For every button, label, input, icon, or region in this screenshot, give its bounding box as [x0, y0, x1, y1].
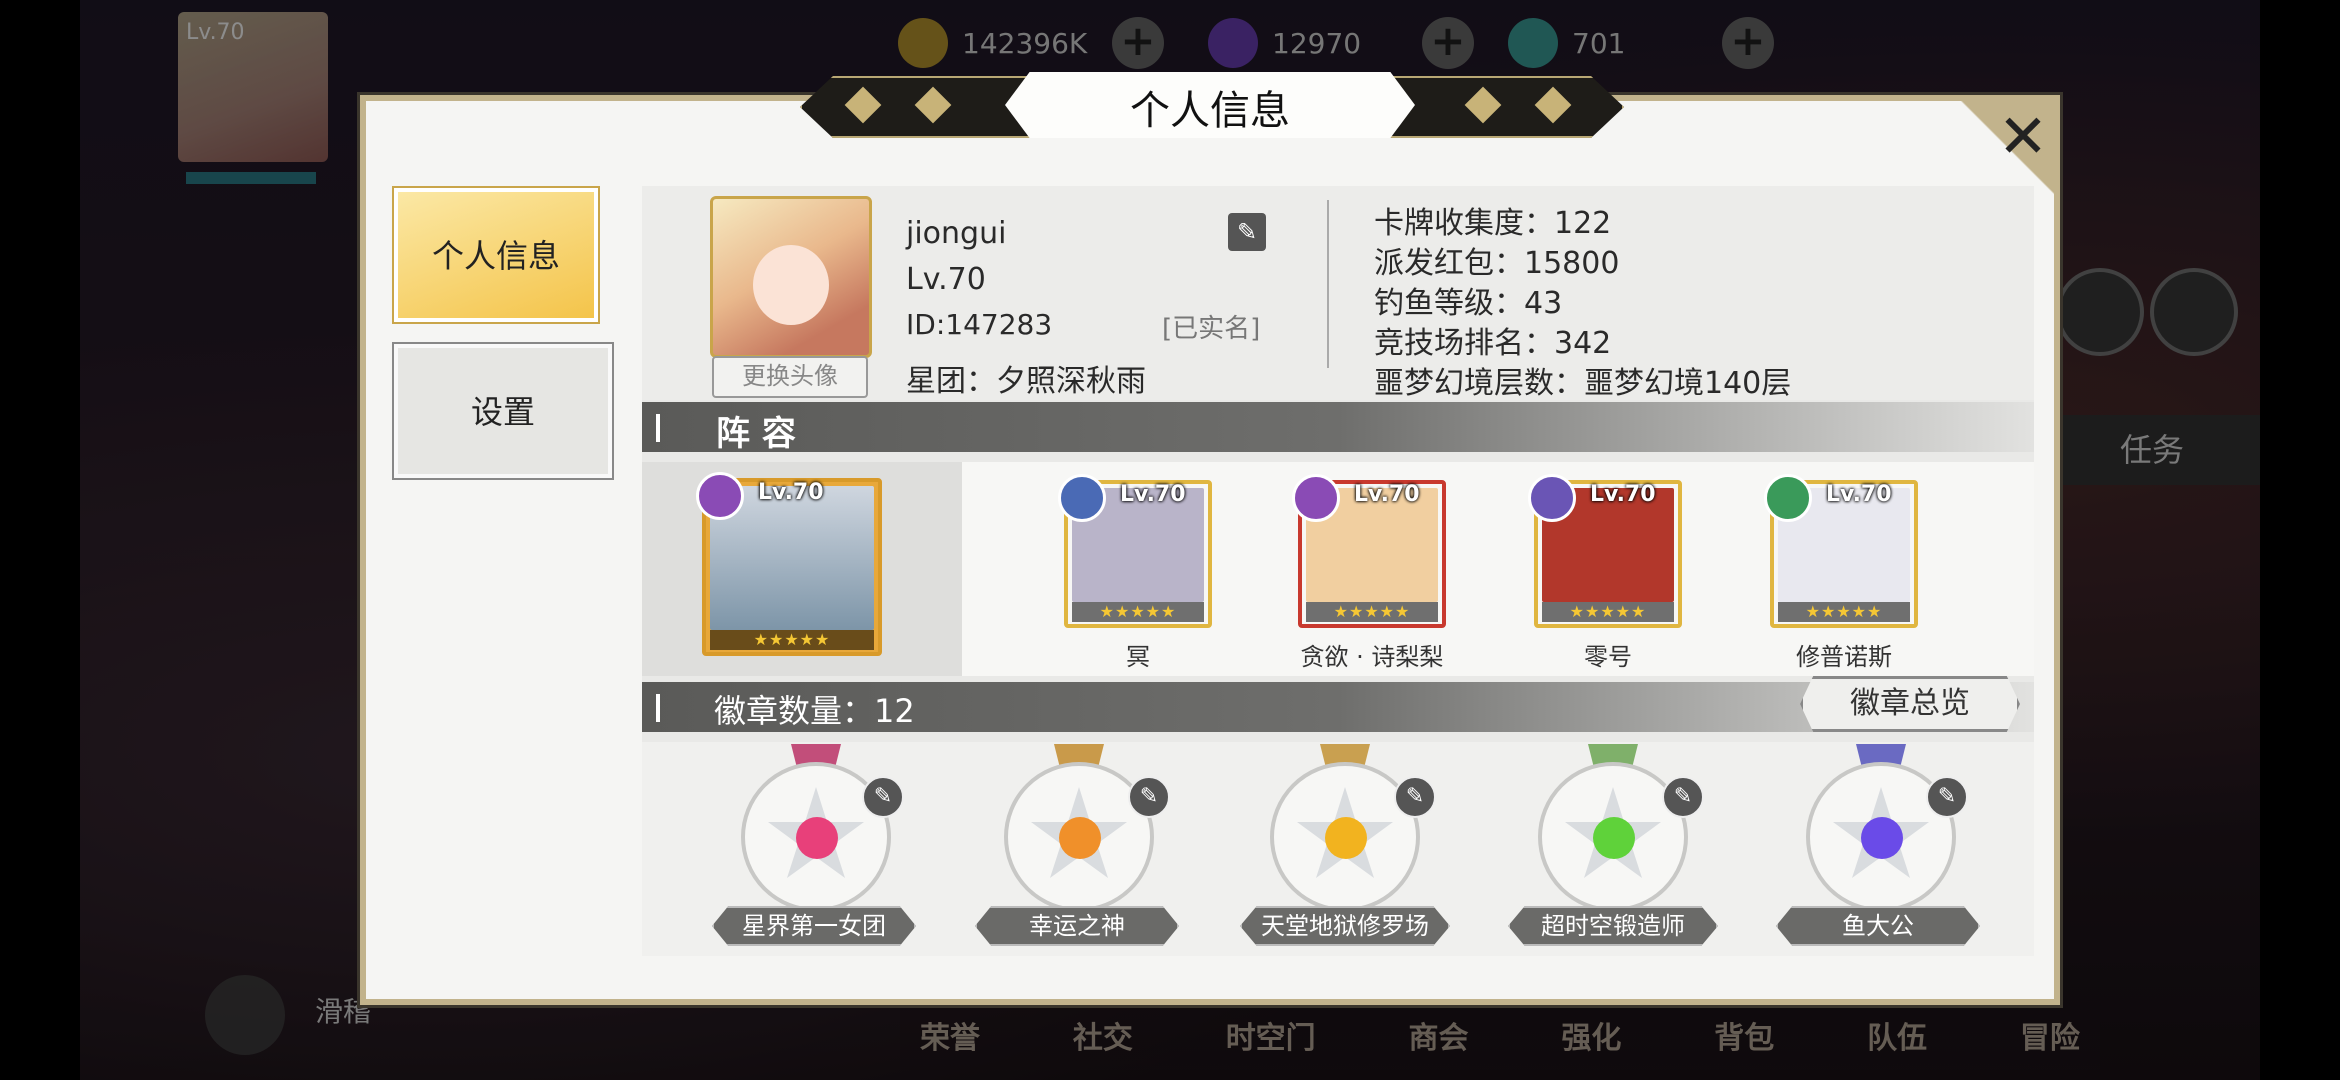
- close-icon[interactable]: ✕: [1995, 107, 2051, 167]
- lineup-title: 阵 容: [716, 414, 796, 454]
- class-icon: [696, 472, 744, 520]
- lineup-header: [642, 402, 2034, 452]
- edit-badge-icon[interactable]: ✎: [862, 776, 904, 818]
- badge-1[interactable]: [741, 744, 891, 912]
- member-card-1[interactable]: Lv.70 ★★★★★: [1058, 474, 1212, 628]
- leader-stars: ★★★★★: [710, 630, 874, 650]
- modal-title: 个人信息: [1130, 88, 1290, 134]
- member-card-4[interactable]: Lv.70 ★★★★★: [1764, 474, 1918, 628]
- member-card-2[interactable]: Lv.70 ★★★★★: [1292, 474, 1446, 628]
- class-icon: [1058, 474, 1106, 522]
- member-name-4: 修普诺斯: [1796, 643, 1892, 671]
- member-stars: ★★★★★: [1306, 602, 1438, 622]
- tab-settings[interactable]: 设置: [394, 344, 612, 478]
- member-name-3: 零号: [1584, 643, 1632, 671]
- profile-id: ID:147283: [906, 308, 1053, 341]
- stat-red-packet: 派发红包：15800: [1374, 246, 1620, 281]
- profile-divider: [1327, 200, 1329, 368]
- badge-label-5: 鱼大公: [1776, 906, 1980, 946]
- member-name-1: 冥: [1126, 643, 1150, 671]
- change-avatar-button[interactable]: 更换头像: [712, 356, 868, 398]
- class-icon: [1292, 474, 1340, 522]
- member-level: Lv.70: [1590, 482, 1656, 507]
- member-stars: ★★★★★: [1072, 602, 1204, 622]
- tab-profile[interactable]: 个人信息: [394, 188, 598, 322]
- edit-badge-icon[interactable]: ✎: [1128, 776, 1170, 818]
- leader-level: Lv.70: [758, 480, 824, 505]
- badge-label-1: 星界第一女团: [712, 906, 916, 946]
- member-level: Lv.70: [1826, 482, 1892, 507]
- stat-arena-rank: 竞技场排名：342: [1374, 326, 1612, 361]
- badge-gem: [796, 817, 838, 859]
- badge-count-title: 徽章数量：12: [714, 692, 915, 730]
- member-level: Lv.70: [1120, 482, 1186, 507]
- member-card-3[interactable]: Lv.70 ★★★★★: [1528, 474, 1682, 628]
- class-icon: [1764, 474, 1812, 522]
- badge-overview-button[interactable]: 徽章总览: [1800, 676, 2020, 732]
- badge-2[interactable]: [1004, 744, 1154, 912]
- edit-badge-icon[interactable]: ✎: [1394, 776, 1436, 818]
- leader-card[interactable]: Lv.70 ★★★★★: [696, 472, 882, 656]
- badge-label-2: 幸运之神: [975, 906, 1179, 946]
- edit-badge-icon[interactable]: ✎: [1662, 776, 1704, 818]
- member-name-2: 贪欲 · 诗梨梨: [1300, 643, 1444, 671]
- profile-level: Lv.70: [906, 262, 986, 297]
- edit-name-icon[interactable]: ✎: [1228, 213, 1266, 251]
- profile-name: jiongui: [906, 216, 1007, 251]
- class-icon: [1528, 474, 1576, 522]
- badge-5[interactable]: [1806, 744, 1956, 912]
- badge-label-4: 超时空锻造师: [1508, 906, 1718, 946]
- stat-card-collection: 卡牌收集度：122: [1374, 206, 1612, 241]
- member-level: Lv.70: [1354, 482, 1420, 507]
- badge-gem: [1059, 817, 1101, 859]
- profile-team: 星团：夕照深秋雨: [906, 364, 1146, 399]
- section-marker: [656, 694, 660, 722]
- badge-4[interactable]: [1538, 744, 1688, 912]
- section-marker: [656, 414, 660, 442]
- member-stars: ★★★★★: [1778, 602, 1910, 622]
- avatar-face: [753, 245, 829, 325]
- stat-fishing-level: 钓鱼等级：43: [1374, 286, 1563, 321]
- badge-gem: [1861, 817, 1903, 859]
- badge-label-3: 天堂地狱修罗场: [1240, 906, 1450, 946]
- verified-status: [已实名]: [1162, 314, 1261, 344]
- badge-3[interactable]: [1270, 744, 1420, 912]
- edit-badge-icon[interactable]: ✎: [1926, 776, 1968, 818]
- badge-gem: [1325, 817, 1367, 859]
- badge-gem: [1593, 817, 1635, 859]
- stat-nightmare-floor: 噩梦幻境层数：噩梦幻境140层: [1374, 366, 1792, 401]
- member-stars: ★★★★★: [1542, 602, 1674, 622]
- profile-avatar[interactable]: [710, 196, 872, 358]
